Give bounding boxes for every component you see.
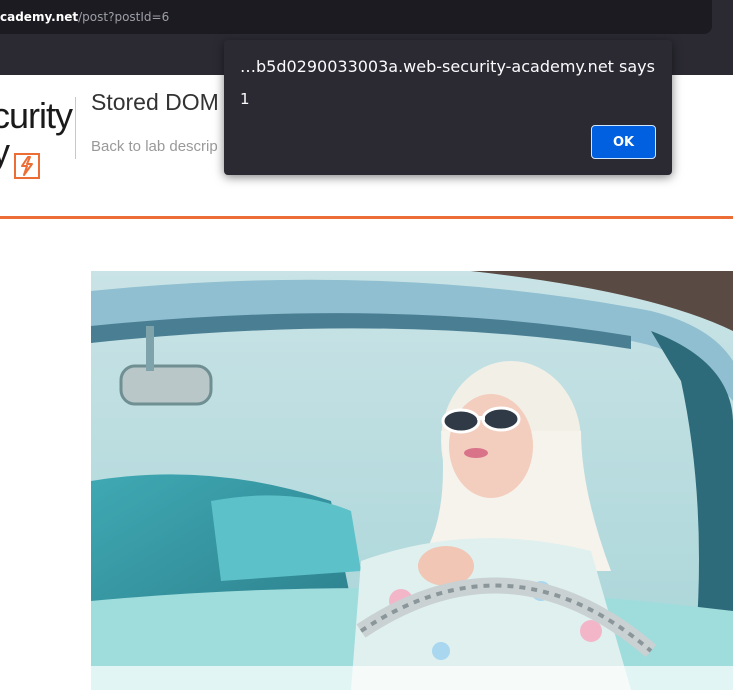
back-to-lab-link[interactable]: Back to lab descrip: [91, 138, 218, 155]
post-image: [91, 271, 733, 690]
url-text[interactable]: cademy.net/post?postId=6: [0, 10, 169, 24]
post-image-illustration: [91, 271, 733, 690]
url-path: /post?postId=6: [78, 10, 170, 24]
ok-button[interactable]: OK: [591, 125, 656, 159]
header-divider: [75, 97, 76, 159]
lightning-icon: [14, 153, 40, 179]
alert-dialog: …b5d0290033003a.web-security-academy.net…: [224, 40, 672, 175]
logo-text-line2: y: [0, 131, 10, 172]
dialog-origin-text: …b5d0290033003a.web-security-academy.net…: [240, 57, 655, 76]
url-domain: cademy.net: [0, 10, 79, 24]
academy-logo[interactable]: curity y: [0, 95, 82, 179]
logo-text-line1: curity: [0, 95, 73, 136]
lab-title: Stored DOM: [91, 89, 219, 115]
header-rule: [0, 216, 733, 219]
address-bar[interactable]: cademy.net/post?postId=6: [0, 0, 712, 34]
dialog-message: 1: [240, 90, 250, 108]
